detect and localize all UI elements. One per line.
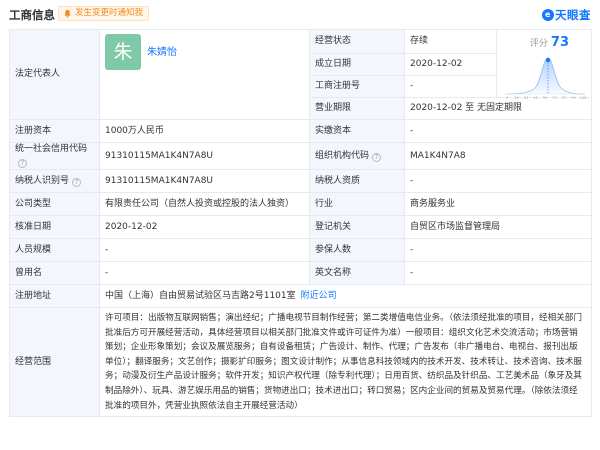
address-cell: 中国（上海）自由贸易试验区马吉路2号1101室 附近公司 (99, 284, 592, 308)
change-notify-button[interactable]: 发生变更时通知我 (58, 6, 150, 21)
company-type-value: 有限责任公司（自然人投资或控股的法人独资） (99, 192, 310, 216)
help-icon[interactable]: ? (372, 152, 382, 162)
legal-rep-cell: 朱 朱婧怡 (99, 29, 310, 120)
credit-code-label: 统一社会信用代码? (9, 142, 100, 170)
staff-size-value: - (99, 238, 310, 262)
score-marker (545, 57, 551, 63)
approval-date-label: 核准日期 (9, 215, 100, 239)
reg-capital-value: 1000万人民币 (99, 119, 310, 143)
taxpayer-qual-value: - (404, 169, 592, 193)
english-name-label: 英文名称 (309, 261, 405, 285)
score-distribution-chart: 0 19 33 46 59 73 87 99 100 (504, 57, 587, 100)
established-label: 成立日期 (309, 53, 405, 76)
score-axis-tick: 99 (571, 96, 576, 100)
tianyancha-logo: e 天眼查 (542, 7, 591, 23)
logo-icon: e (542, 9, 554, 21)
established-value: 2020-12-02 (404, 53, 497, 76)
score-axis-tick: 73 (552, 96, 557, 100)
company-type-label: 公司类型 (9, 192, 100, 216)
approval-date-value: 2020-12-02 (99, 215, 310, 239)
score-panel[interactable]: 评分 73 0 19 33 46 59 73 87 99 100 (496, 29, 592, 100)
score-axis-tick: 0 (506, 96, 509, 100)
reg-no-label: 工商注册号 (309, 75, 405, 98)
reg-authority-value: 自贸区市场监督管理局 (404, 215, 592, 239)
org-code-label: 组织机构代码? (309, 142, 405, 170)
score-axis-tick: 59 (543, 96, 548, 100)
logo-text: 天眼查 (555, 8, 591, 22)
section-title: 工商信息 (9, 8, 55, 22)
legal-rep-label: 法定代表人 (9, 29, 100, 120)
paid-capital-value: - (404, 119, 592, 143)
taxpayer-id-value: 91310115MA1K4N7A8U (99, 169, 310, 193)
status-value: 存续 (404, 29, 497, 54)
business-info-table: 法定代表人 朱 朱婧怡 经营状态 存续 评分 73 0 19 33 46 59 … (9, 29, 592, 418)
insured-value: - (404, 238, 592, 262)
credit-code-value: 91310115MA1K4N7A8U (99, 142, 310, 170)
avatar: 朱 (105, 34, 141, 70)
staff-size-label: 人员规模 (9, 238, 100, 262)
help-icon[interactable]: ? (72, 177, 82, 187)
former-name-label: 曾用名 (9, 261, 100, 285)
section-header: 工商信息 发生变更时通知我 e 天眼查 (0, 0, 600, 28)
scope-label: 经营范围 (9, 306, 100, 418)
reg-authority-label: 登记机关 (309, 215, 405, 239)
score-axis-tick: 46 (533, 96, 538, 100)
taxpayer-qual-label: 纳税人资质 (309, 169, 405, 193)
help-icon[interactable]: ? (18, 159, 27, 168)
former-name-value: - (99, 261, 310, 285)
taxpayer-id-label: 纳税人识别号? (9, 169, 100, 193)
nearby-companies-link[interactable]: 附近公司 (301, 291, 337, 301)
term-label: 营业期限 (309, 97, 405, 120)
scope-value: 许可项目：出版物互联网销售；演出经纪；广播电视节目制作经营；第二类增值电信业务。… (99, 306, 592, 418)
industry-label: 行业 (309, 192, 405, 216)
score-axis-tick: 100 (580, 96, 587, 100)
reg-capital-label: 注册资本 (9, 119, 100, 143)
paid-capital-label: 实缴资本 (309, 119, 405, 143)
address-value: 中国（上海）自由贸易试验区马吉路2号1101室 (105, 290, 296, 301)
industry-value: 商务服务业 (404, 192, 592, 216)
org-code-value: MA1K4N7A8 (404, 142, 592, 170)
score-axis-tick: 19 (514, 96, 519, 100)
status-label: 经营状态 (309, 29, 405, 54)
bell-icon (64, 9, 71, 18)
change-notify-label: 发生变更时通知我 (75, 8, 144, 18)
score-axis-tick: 87 (562, 96, 567, 100)
score-axis-tick: 33 (524, 96, 529, 100)
english-name-value: - (404, 261, 592, 285)
address-label: 注册地址 (9, 284, 100, 308)
legal-rep-name-link[interactable]: 朱婧怡 (147, 46, 177, 59)
reg-no-value: - (404, 75, 497, 98)
insured-label: 参保人数 (309, 238, 405, 262)
